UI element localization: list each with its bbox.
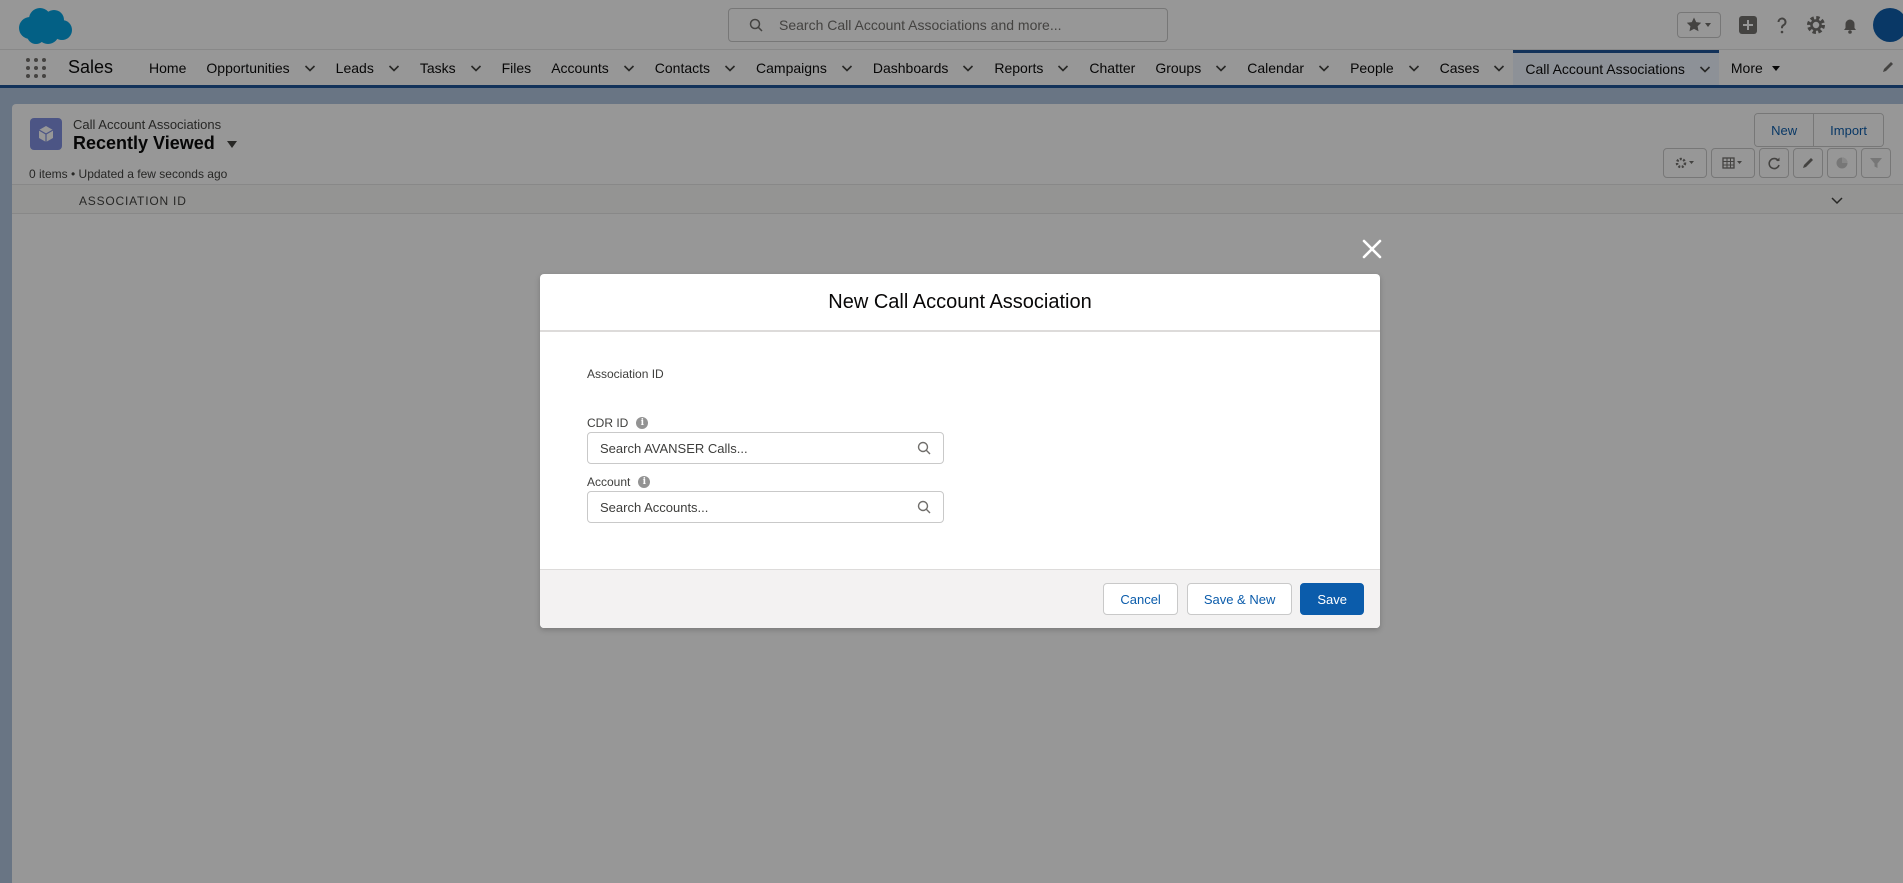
account-label-row: Account i xyxy=(587,475,651,489)
modal-header: New Call Account Association xyxy=(540,274,1380,332)
new-record-modal: New Call Account Association Association… xyxy=(540,274,1380,628)
modal-footer: Cancel Save & New Save xyxy=(540,569,1380,628)
cancel-button[interactable]: Cancel xyxy=(1103,583,1178,615)
modal-body: Association ID CDR ID i Account i xyxy=(540,332,1380,569)
search-icon xyxy=(917,500,931,514)
close-icon[interactable] xyxy=(1361,238,1383,260)
modal-title: New Call Account Association xyxy=(828,290,1092,313)
save-and-new-button[interactable]: Save & New xyxy=(1186,583,1293,615)
save-button[interactable]: Save xyxy=(1300,583,1364,615)
account-lookup[interactable] xyxy=(587,491,944,523)
association-id-label: Association ID xyxy=(587,367,664,381)
cdr-id-lookup[interactable] xyxy=(587,432,944,464)
cdr-id-input[interactable] xyxy=(600,440,917,456)
cdr-id-label-row: CDR ID i xyxy=(587,416,649,430)
search-icon xyxy=(917,441,931,455)
cdr-id-label: CDR ID xyxy=(587,416,629,430)
info-icon[interactable]: i xyxy=(638,476,651,488)
account-label: Account xyxy=(587,475,631,489)
account-input[interactable] xyxy=(600,499,917,515)
info-icon[interactable]: i xyxy=(636,417,649,429)
